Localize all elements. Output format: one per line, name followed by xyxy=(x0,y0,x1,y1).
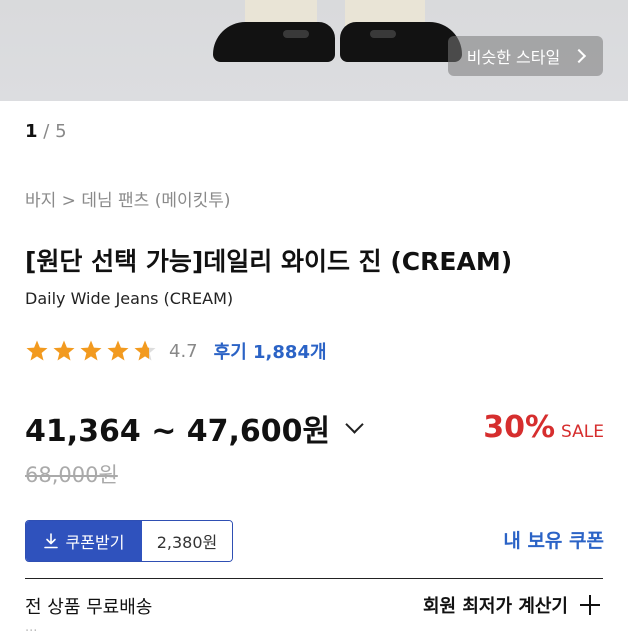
rating-row: 4.7 후기 1,884개 xyxy=(25,338,327,364)
sale-label: SALE xyxy=(561,422,604,442)
plus-icon xyxy=(580,595,600,615)
coupon-box: 쿠폰받기 2,380원 xyxy=(25,520,233,562)
image-pager: 1 / 5 xyxy=(25,121,67,142)
coupon-amount: 2,380원 xyxy=(142,521,232,561)
star-icon xyxy=(80,340,102,361)
breadcrumb[interactable]: 바지 > 데님 팬츠 (메이킷투) xyxy=(25,186,231,211)
star-rating xyxy=(25,339,157,363)
download-icon xyxy=(43,533,58,549)
pager-total: 5 xyxy=(55,121,67,142)
pager-current: 1 xyxy=(25,121,38,142)
star-icon xyxy=(107,340,129,361)
pager-separator: / xyxy=(43,121,50,142)
original-price: 68,000원 xyxy=(25,463,118,487)
rating-value: 4.7 xyxy=(169,340,198,362)
price-range: 41,364 ~ 47,600원 xyxy=(25,414,331,449)
shoe-left xyxy=(213,22,335,62)
star-icon xyxy=(134,340,156,361)
calculator-label: 회원 최저가 계산기 xyxy=(422,596,568,617)
shoe-right xyxy=(340,22,462,62)
review-link[interactable]: 후기 1,884개 xyxy=(214,338,327,364)
divider xyxy=(25,578,603,579)
price-row: 41,364 ~ 47,600원 xyxy=(25,406,364,450)
discount-badge: 30% SALE xyxy=(483,410,604,445)
my-coupon-link[interactable]: 내 보유 쿠폰 xyxy=(503,526,604,553)
similar-style-label: 비슷한 스타일 xyxy=(466,48,561,67)
product-image[interactable]: 비슷한 스타일 xyxy=(0,0,628,101)
discount-percent: 30% xyxy=(483,410,556,445)
star-icon xyxy=(26,340,48,361)
member-price-calculator[interactable]: 회원 최저가 계산기 xyxy=(423,592,600,618)
chevron-down-icon[interactable] xyxy=(345,414,364,434)
similar-style-button[interactable]: 비슷한 스타일 xyxy=(448,36,603,76)
product-subtitle: Daily Wide Jeans (CREAM) xyxy=(25,289,234,308)
chevron-right-icon xyxy=(572,48,587,64)
product-title: [원단 선택 가능]데일리 와이드 진 (CREAM) xyxy=(25,247,513,276)
star-icon xyxy=(53,340,75,361)
coupon-button-label: 쿠폰받기 xyxy=(65,533,125,552)
coupon-download-button[interactable]: 쿠폰받기 xyxy=(26,521,142,561)
shipping-info: 전 상품 무료배송 xyxy=(25,597,153,618)
